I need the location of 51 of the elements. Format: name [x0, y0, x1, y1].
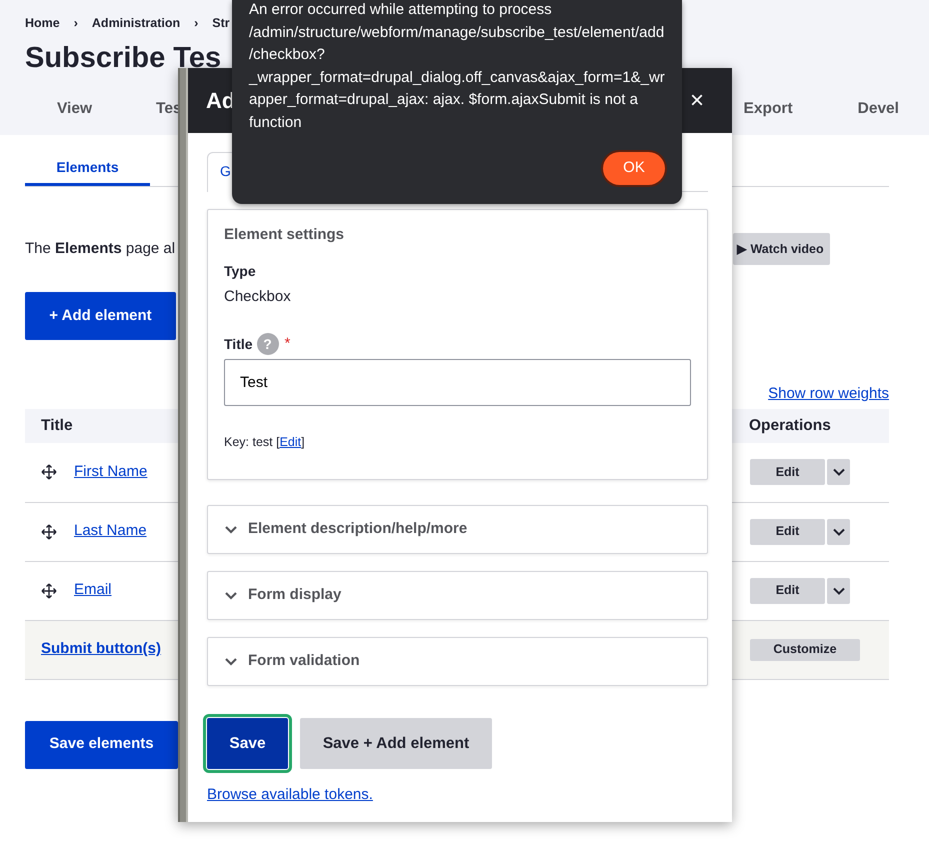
alert-message: An error occurred while attempting to process /admin/structure/webform/manage/subscribe_test/element/add/checkbox?_wrapper_format=drupal_dialog.off_canvas&ajax_form=1&_wrapper_format=drupal_ajax: ajax. $form.ajaxSubmit is not a function	[249, 0, 665, 132]
breadcrumb-separator: ›	[74, 15, 78, 32]
page-tab[interactable]: View	[57, 97, 92, 121]
title-input[interactable]: Test	[224, 359, 691, 406]
sub-tab[interactable]: Elements	[25, 150, 150, 186]
browse-tokens-link[interactable]: Browse available tokens.	[207, 786, 373, 803]
page-tab[interactable]: Devel	[858, 97, 899, 121]
caret-icon	[832, 528, 844, 536]
chevron-icon	[224, 525, 238, 534]
dropdown-toggle-button[interactable]	[827, 518, 850, 544]
caret-icon	[832, 468, 844, 476]
chevron-icon	[224, 657, 238, 666]
edit-button[interactable]: Edit	[750, 578, 825, 604]
dropdown-toggle-button[interactable]	[827, 578, 850, 604]
element-link[interactable]: Last Name	[74, 520, 147, 543]
breadcrumb-link[interactable]: Administration	[92, 14, 180, 32]
drag-handle-icon	[41, 524, 57, 540]
element-link[interactable]: Email	[74, 579, 112, 602]
submit-buttons-link[interactable]: Submit button(s)	[41, 638, 161, 661]
caret-icon	[832, 586, 844, 594]
edit-button[interactable]: Edit	[750, 518, 825, 544]
customize-button[interactable]: Customize	[750, 638, 860, 660]
watch-video-button[interactable]: ▶ Watch video	[733, 233, 830, 265]
field-label: Title	[224, 335, 253, 354]
page-title: Subscribe Tes	[25, 41, 222, 76]
field-label: Type	[224, 262, 257, 281]
resize-handle[interactable]	[178, 68, 188, 822]
save-button[interactable]: Save	[207, 718, 288, 769]
intro-text: The Elements page al	[25, 238, 176, 259]
page-tab[interactable]: Export	[744, 97, 793, 121]
chevron-icon	[224, 591, 238, 600]
show-row-weights-link[interactable]: Show row weights	[768, 383, 889, 405]
required-mark: *	[284, 334, 290, 354]
drag-handle-icon	[41, 464, 57, 480]
breadcrumb-separator: ›	[194, 15, 198, 32]
column-header: Operations	[749, 409, 889, 443]
breadcrumb-link[interactable]: Str	[212, 14, 230, 32]
collapsible-section[interactable]: Form validation	[207, 637, 708, 686]
collapsible-section[interactable]: Element description/help/more	[207, 505, 708, 554]
add-element-button[interactable]: + Add element	[25, 292, 176, 340]
element-link[interactable]: First Name	[74, 461, 148, 484]
drag-handle-icon	[41, 582, 57, 598]
field-value: Checkbox	[224, 287, 292, 307]
edit-button[interactable]: Edit	[750, 459, 825, 486]
dropdown-toggle-button[interactable]	[827, 459, 850, 486]
save-add-element-button[interactable]: Save + Add element	[300, 718, 492, 769]
collapsible-section[interactable]: Form display	[207, 571, 708, 620]
breadcrumb-link[interactable]: Home	[25, 14, 60, 32]
save-elements-button[interactable]: Save elements	[25, 720, 178, 768]
section-title: Element settings	[224, 225, 346, 245]
close-button[interactable]: ×	[690, 88, 704, 112]
